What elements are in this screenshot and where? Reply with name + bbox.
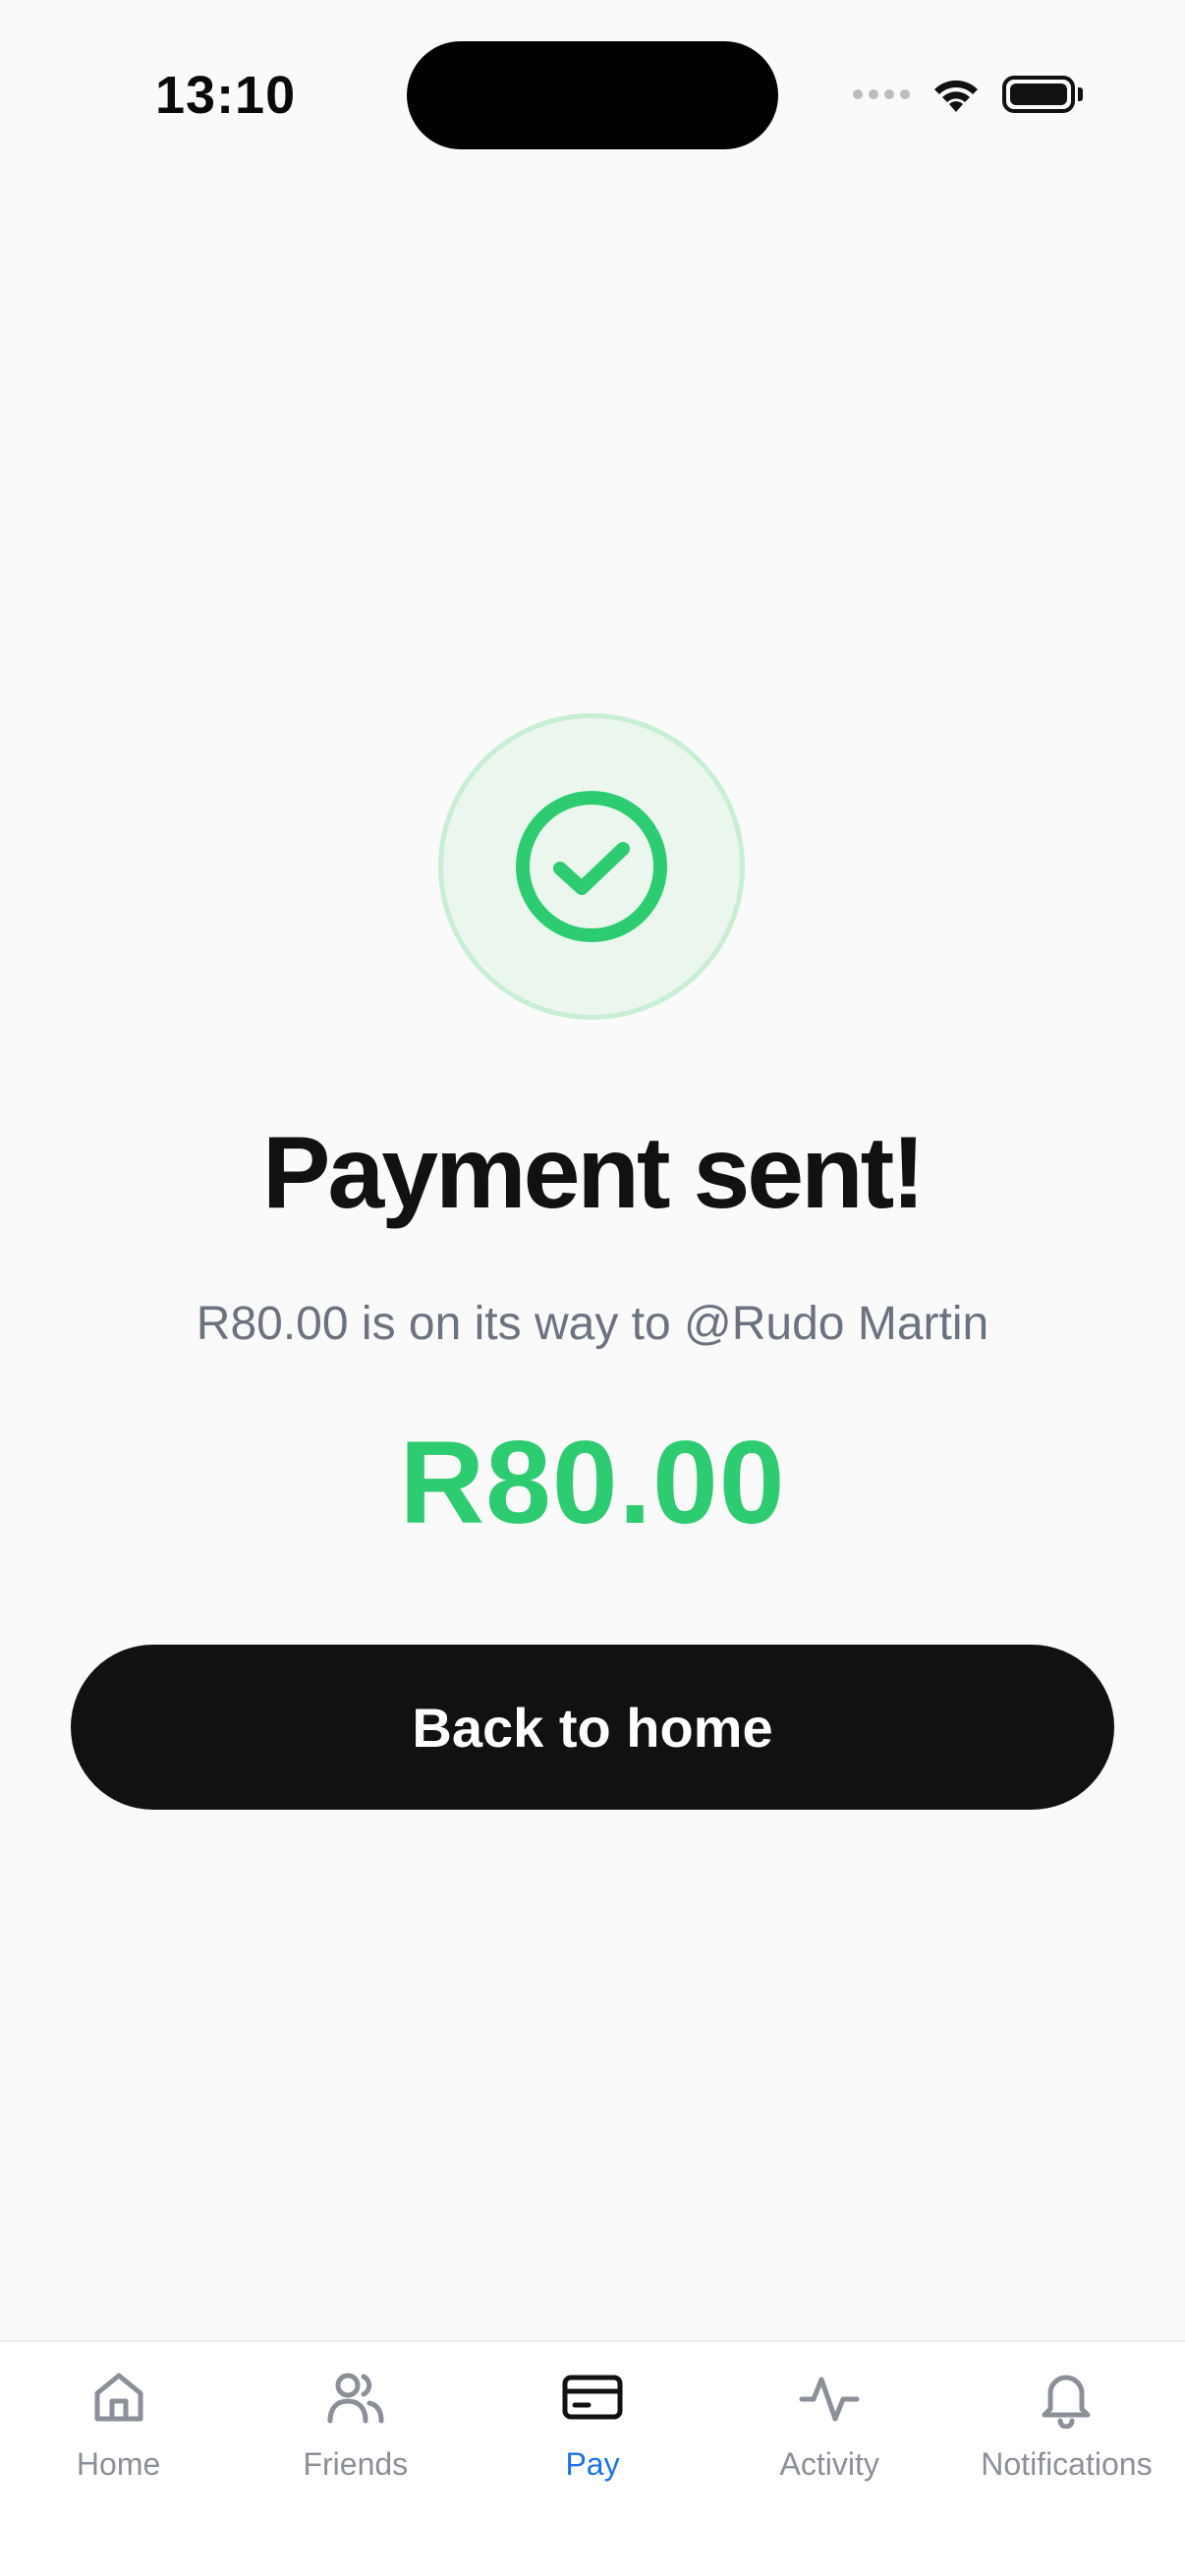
card-icon	[559, 2362, 626, 2433]
nav-label-notifications: Notifications	[981, 2446, 1153, 2482]
bottom-nav: Home Friends Pay Activity Notifications	[0, 2340, 1185, 2576]
activity-icon	[798, 2362, 861, 2433]
nav-label-friends: Friends	[303, 2446, 409, 2482]
nav-item-notifications[interactable]: Notifications	[948, 2342, 1185, 2576]
nav-label-activity: Activity	[779, 2446, 879, 2482]
payment-amount: R80.00	[399, 1417, 786, 1548]
nav-item-friends[interactable]: Friends	[237, 2342, 474, 2576]
friends-icon	[324, 2362, 387, 2433]
nav-item-pay[interactable]: Pay	[474, 2342, 710, 2576]
dynamic-island	[407, 41, 778, 149]
nav-item-activity[interactable]: Activity	[711, 2342, 948, 2576]
success-subtitle: R80.00 is on its way to @Rudo Martin	[196, 1298, 989, 1350]
cellular-signal-icon	[853, 89, 910, 99]
nav-item-home[interactable]: Home	[0, 2342, 237, 2576]
payment-success-screen: 13:10 Payment sent! R80.00 is on its way…	[0, 0, 1185, 2576]
success-badge	[438, 713, 745, 1020]
nav-label-home: Home	[76, 2446, 161, 2482]
status-icons	[853, 75, 1083, 114]
success-title: Payment sent!	[262, 1116, 926, 1230]
bell-icon	[1035, 2362, 1098, 2433]
back-to-home-button[interactable]: Back to home	[71, 1645, 1114, 1810]
check-circle-icon	[516, 791, 667, 942]
battery-icon	[1002, 76, 1083, 113]
nav-label-pay: Pay	[565, 2446, 620, 2482]
status-time: 13:10	[155, 66, 297, 125]
wifi-icon	[930, 75, 983, 114]
home-icon	[87, 2362, 150, 2433]
